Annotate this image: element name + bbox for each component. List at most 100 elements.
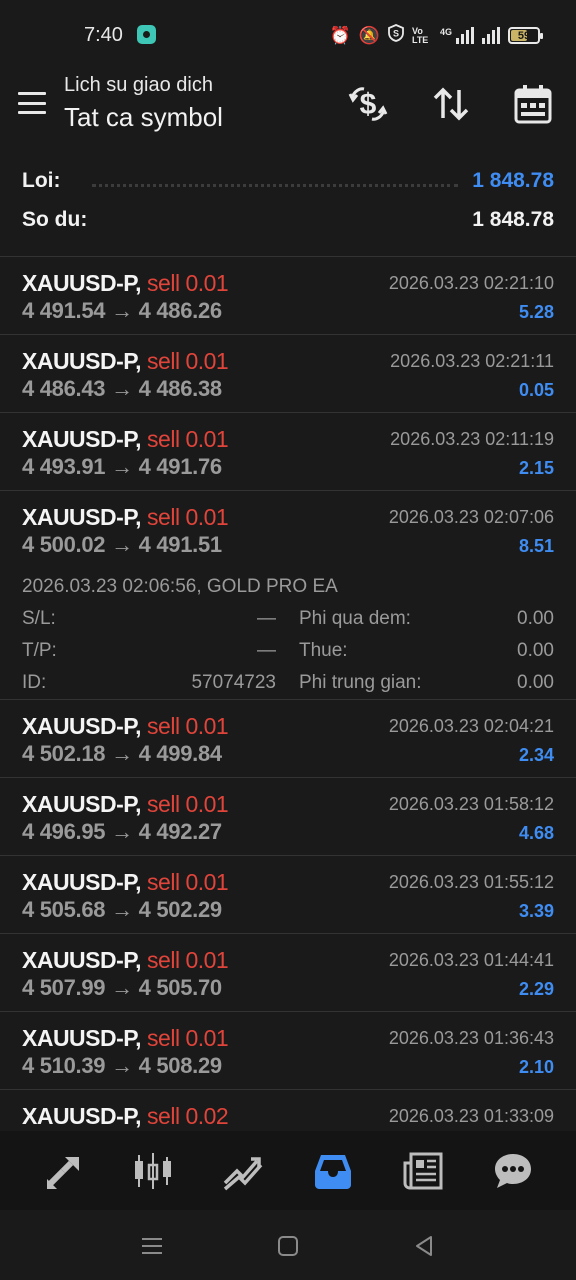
trade-row[interactable]: XAUUSD-P, sell 0.01 2026.03.23 02:21:10 4 4… [0, 257, 576, 335]
home-icon[interactable] [272, 1230, 304, 1262]
trade-symbol: XAUUSD-P, sell 0.01 [22, 791, 229, 818]
open-price: 4 505.68 [22, 897, 106, 922]
trade-prices: 4 505.68 → 4 502.29 [22, 897, 222, 923]
trade-row[interactable]: XAUUSD-P, sell 0.01 2026.03.23 02:21:11 4 4… [0, 335, 576, 413]
trade-details: 2026.03.23 02:06:56, GOLD PRO EA S/L: — Phi… [22, 571, 554, 699]
trade-time: 2026.03.23 01:44:41 [388, 950, 554, 970]
status-bar: 7:40 ⏰ 🔕 S Vo LTE 4G 59 [0, 0, 576, 72]
balance-label: So du: [22, 208, 88, 231]
quotes-icon[interactable] [31, 1139, 95, 1203]
status-icons: ⏰ 🔕 S Vo LTE 4G 59 [330, 24, 543, 47]
trade-time: 2026.03.23 01:55:12 [388, 872, 554, 892]
currency-exchange-icon[interactable]: $ [346, 82, 390, 126]
trade-symbol: XAUUSD-P, sell 0.01 [22, 713, 229, 740]
open-price: 4 510.39 [22, 1053, 106, 1078]
trade-symbol: XAUUSD-P, sell 0.01 [22, 947, 229, 974]
sort-icon[interactable] [429, 82, 473, 126]
trade-row[interactable]: XAUUSD-P, sell 0.01 2026.03.23 01:44:41 4 5… [0, 934, 576, 1012]
balance-row: So du: 1 848.78 [22, 205, 554, 235]
news-icon[interactable] [391, 1139, 455, 1203]
profit-label: Loi: [22, 169, 61, 192]
signal-2-icon [482, 27, 500, 44]
trade-time: 2026.03.23 02:07:06 [388, 507, 554, 527]
trade-symbol: XAUUSD-P, sell 0.01 [22, 270, 229, 297]
status-time: 7:40 [84, 24, 123, 46]
trade-row[interactable]: XAUUSD-P, sell 0.01 2026.03.23 01:36:43 4 5… [0, 1012, 576, 1090]
trade-type: sell 0.02 [147, 1103, 229, 1129]
app-notification-icon [137, 25, 156, 44]
profit-row: Loi: 1 848.78 [22, 166, 554, 196]
close-price: 4 491.51 [138, 532, 223, 557]
close-price: 4 486.38 [138, 376, 223, 401]
shield-icon: S [388, 24, 404, 47]
mute-icon: 🔕 [358, 25, 380, 45]
trade-type: sell 0.01 [147, 270, 229, 296]
trade-list[interactable]: XAUUSD-P, sell 0.01 2026.03.23 02:21:10 4 4… [0, 257, 576, 1131]
sl-value: — [257, 608, 276, 629]
symbol-name: XAUUSD-P, [22, 426, 142, 452]
trade-profit: 5.28 [518, 302, 554, 322]
trade-time: 2026.03.23 02:04:21 [388, 716, 554, 736]
tp-label: T/P: [22, 640, 57, 661]
commission-label: Phi trung gian: [299, 672, 422, 693]
close-price: 4 499.84 [138, 741, 223, 766]
arrow-icon: → [111, 298, 133, 323]
battery-level: 59 [517, 29, 531, 42]
menu-icon[interactable] [18, 92, 46, 114]
arrow-icon: → [111, 1053, 133, 1078]
back-icon[interactable] [408, 1230, 440, 1262]
trade-row[interactable]: XAUUSD-P, sell 0.01 2026.03.23 02:07:06 4 5… [0, 491, 576, 700]
messages-icon[interactable] [481, 1139, 545, 1203]
tax-label: Thue: [299, 640, 348, 661]
trade-profit: 2.34 [518, 745, 554, 765]
trade-time: 2026.03.23 01:33:09 [388, 1106, 554, 1126]
history-icon[interactable] [301, 1139, 365, 1203]
trade-prices: 4 500.02 → 4 491.51 [22, 532, 222, 558]
tax-value: 0.00 [517, 640, 554, 661]
arrow-icon: → [111, 819, 133, 844]
close-price: 4 508.29 [138, 1053, 223, 1078]
trade-icon[interactable] [211, 1139, 275, 1203]
svg-text:S: S [393, 29, 399, 39]
trade-row[interactable]: XAUUSD-P, sell 0.01 2026.03.23 02:11:19 4 4… [0, 413, 576, 491]
trade-row[interactable]: XAUUSD-P, sell 0.01 2026.03.23 01:58:12 4 4… [0, 778, 576, 856]
trade-time: 2026.03.23 02:21:11 [390, 351, 554, 371]
open-price: 4 500.02 [22, 532, 106, 557]
trade-row[interactable]: XAUUSD-P, sell 0.02 2026.03.23 01:33:09 [0, 1090, 576, 1131]
symbol-name: XAUUSD-P, [22, 869, 142, 895]
calendar-icon[interactable] [511, 82, 555, 126]
sl-label: S/L: [22, 608, 56, 629]
network-label: 4G [439, 27, 452, 37]
recents-menu-icon[interactable] [136, 1230, 168, 1262]
chart-icon[interactable] [121, 1139, 185, 1203]
trade-prices: 4 496.95 → 4 492.27 [22, 819, 222, 845]
arrow-icon: → [111, 532, 133, 557]
id-label: ID: [22, 672, 47, 693]
arrow-icon: → [111, 741, 133, 766]
open-price: 4 496.95 [22, 819, 106, 844]
trade-row[interactable]: XAUUSD-P, sell 0.01 2026.03.23 02:04:21 4 5… [0, 700, 576, 778]
svg-text:$: $ [360, 88, 377, 121]
battery-icon: 59 [508, 27, 543, 44]
swap-value: 0.00 [517, 608, 554, 629]
trade-symbol: XAUUSD-P, sell 0.01 [22, 348, 229, 375]
swap-label: Phi qua dem: [299, 608, 411, 629]
tp-value: — [257, 640, 276, 661]
close-price: 4 502.29 [138, 897, 223, 922]
close-price: 4 486.26 [138, 298, 223, 323]
trade-type: sell 0.01 [147, 426, 229, 452]
trade-prices: 4 510.39 → 4 508.29 [22, 1053, 222, 1079]
header-subtitle: Lich su giao dich [64, 74, 213, 96]
trade-row[interactable]: XAUUSD-P, sell 0.01 2026.03.23 01:55:12 4 5… [0, 856, 576, 934]
balance-value: 1 848.78 [472, 208, 554, 231]
open-price: 4 507.99 [22, 975, 106, 1000]
dotted-leader [92, 183, 459, 187]
trade-type: sell 0.01 [147, 348, 229, 374]
arrow-icon: → [111, 376, 133, 401]
trade-profit: 8.51 [518, 536, 554, 556]
id-value: 57074723 [191, 672, 276, 693]
symbol-name: XAUUSD-P, [22, 504, 142, 530]
bottom-navigation [0, 1131, 576, 1210]
profit-value: 1 848.78 [472, 169, 554, 192]
header-title[interactable]: Tat ca symbol [64, 102, 223, 133]
